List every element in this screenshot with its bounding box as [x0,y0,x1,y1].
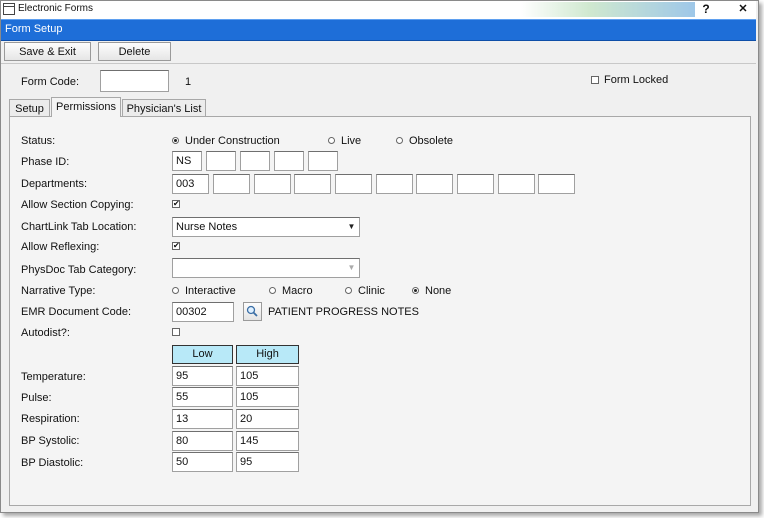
status-label: Status: [21,135,56,147]
window-title: Electronic Forms [18,3,94,14]
title-bar-gradient [520,2,695,17]
bp-systolic-high-input[interactable]: 145 [236,431,299,451]
narrative-macro-label: Macro [282,285,313,297]
department-input-8[interactable] [457,174,494,194]
chartlink-tab-location-label: ChartLink Tab Location: [21,221,137,233]
toolbar-divider [1,63,756,64]
status-under-construction-radio[interactable] [172,137,179,144]
narrative-none-radio[interactable] [412,287,419,294]
narrative-clinic-radio[interactable] [345,287,352,294]
phase-id-label: Phase ID: [21,156,70,168]
high-column-header: High [236,345,299,364]
department-input-10[interactable] [538,174,575,194]
phase-id-input-3[interactable] [240,151,270,171]
departments-label: Departments: [21,178,88,190]
low-column-header: Low [172,345,233,364]
department-input-6[interactable] [376,174,413,194]
chartlink-tab-location-select[interactable]: Nurse Notes ▼ [172,217,360,237]
temperature-label: Temperature: [21,371,86,383]
save-exit-button[interactable]: Save & Exit [4,42,91,61]
physdoc-tab-category-label: PhysDoc Tab Category: [21,264,137,276]
phase-id-input-5[interactable] [308,151,338,171]
narrative-interactive-radio[interactable] [172,287,179,294]
narrative-macro-radio[interactable] [269,287,276,294]
respiration-label: Respiration: [21,413,80,425]
emr-document-code-input[interactable]: 00302 [172,302,234,322]
pulse-high-input[interactable]: 105 [236,387,299,407]
respiration-low-input[interactable]: 13 [172,409,233,429]
section-header: Form Setup [1,19,756,41]
form-code-number: 1 [185,76,192,88]
physdoc-tab-category-select[interactable]: ▼ [172,258,360,278]
phase-id-input-2[interactable] [206,151,236,171]
emr-document-code-label: EMR Document Code: [21,306,132,318]
narrative-interactive-label: Interactive [185,285,236,297]
bp-diastolic-label: BP Diastolic: [21,457,84,469]
window-icon [3,3,15,15]
bp-diastolic-high-input[interactable]: 95 [236,452,299,472]
department-input-7[interactable] [416,174,453,194]
tab-physicians-list[interactable]: Physician's List [122,99,206,117]
pulse-label: Pulse: [21,392,52,404]
emr-document-search-button[interactable] [243,302,262,321]
form-code-input[interactable] [100,70,169,92]
allow-reflexing-label: Allow Reflexing: [21,241,100,253]
allow-section-copying-label: Allow Section Copying: [21,199,134,211]
bp-diastolic-low-input[interactable]: 50 [172,452,233,472]
close-icon[interactable]: ✕ [733,1,753,17]
status-obsolete-label: Obsolete [409,135,454,147]
status-live-label: Live [341,135,362,147]
chevron-down-icon[interactable]: ▼ [346,221,357,233]
narrative-clinic-label: Clinic [358,285,385,297]
tab-setup[interactable]: Setup [9,99,50,117]
help-icon[interactable]: ? [696,1,716,17]
phase-id-input-4[interactable] [274,151,304,171]
department-input-9[interactable] [498,174,535,194]
department-input-2[interactable] [213,174,250,194]
tab-permissions[interactable]: Permissions [51,97,121,117]
form-code-label: Form Code: [21,76,80,88]
form-locked-checkbox[interactable] [591,76,599,84]
department-input-1[interactable]: 003 [172,174,209,194]
section-title: Form Setup [5,23,63,35]
respiration-high-input[interactable]: 20 [236,409,299,429]
bp-systolic-label: BP Systolic: [21,435,80,447]
form-locked-label: Form Locked [604,74,669,86]
narrative-none-label: None [425,285,452,297]
status-under-construction-label: Under Construction [185,135,280,147]
magnifier-icon [246,305,258,317]
bp-systolic-low-input[interactable]: 80 [172,431,233,451]
department-input-3[interactable] [254,174,291,194]
status-obsolete-radio[interactable] [396,137,403,144]
temperature-high-input[interactable]: 105 [236,366,299,386]
narrative-type-label: Narrative Type: [21,285,96,297]
department-input-4[interactable] [294,174,331,194]
phase-id-input-1[interactable]: NS [172,151,202,171]
autodist-label: Autodist?: [21,327,70,339]
emr-document-description: PATIENT PROGRESS NOTES [268,306,419,318]
status-live-radio[interactable] [328,137,335,144]
pulse-low-input[interactable]: 55 [172,387,233,407]
delete-button[interactable]: Delete [98,42,171,61]
autodist-checkbox[interactable] [172,328,180,336]
chevron-down-icon[interactable]: ▼ [346,262,357,274]
temperature-low-input[interactable]: 95 [172,366,233,386]
allow-reflexing-checkbox[interactable]: ✔ [172,242,180,250]
chartlink-tab-location-value: Nurse Notes [176,221,238,233]
department-input-5[interactable] [335,174,372,194]
allow-section-copying-checkbox[interactable]: ✔ [172,200,180,208]
